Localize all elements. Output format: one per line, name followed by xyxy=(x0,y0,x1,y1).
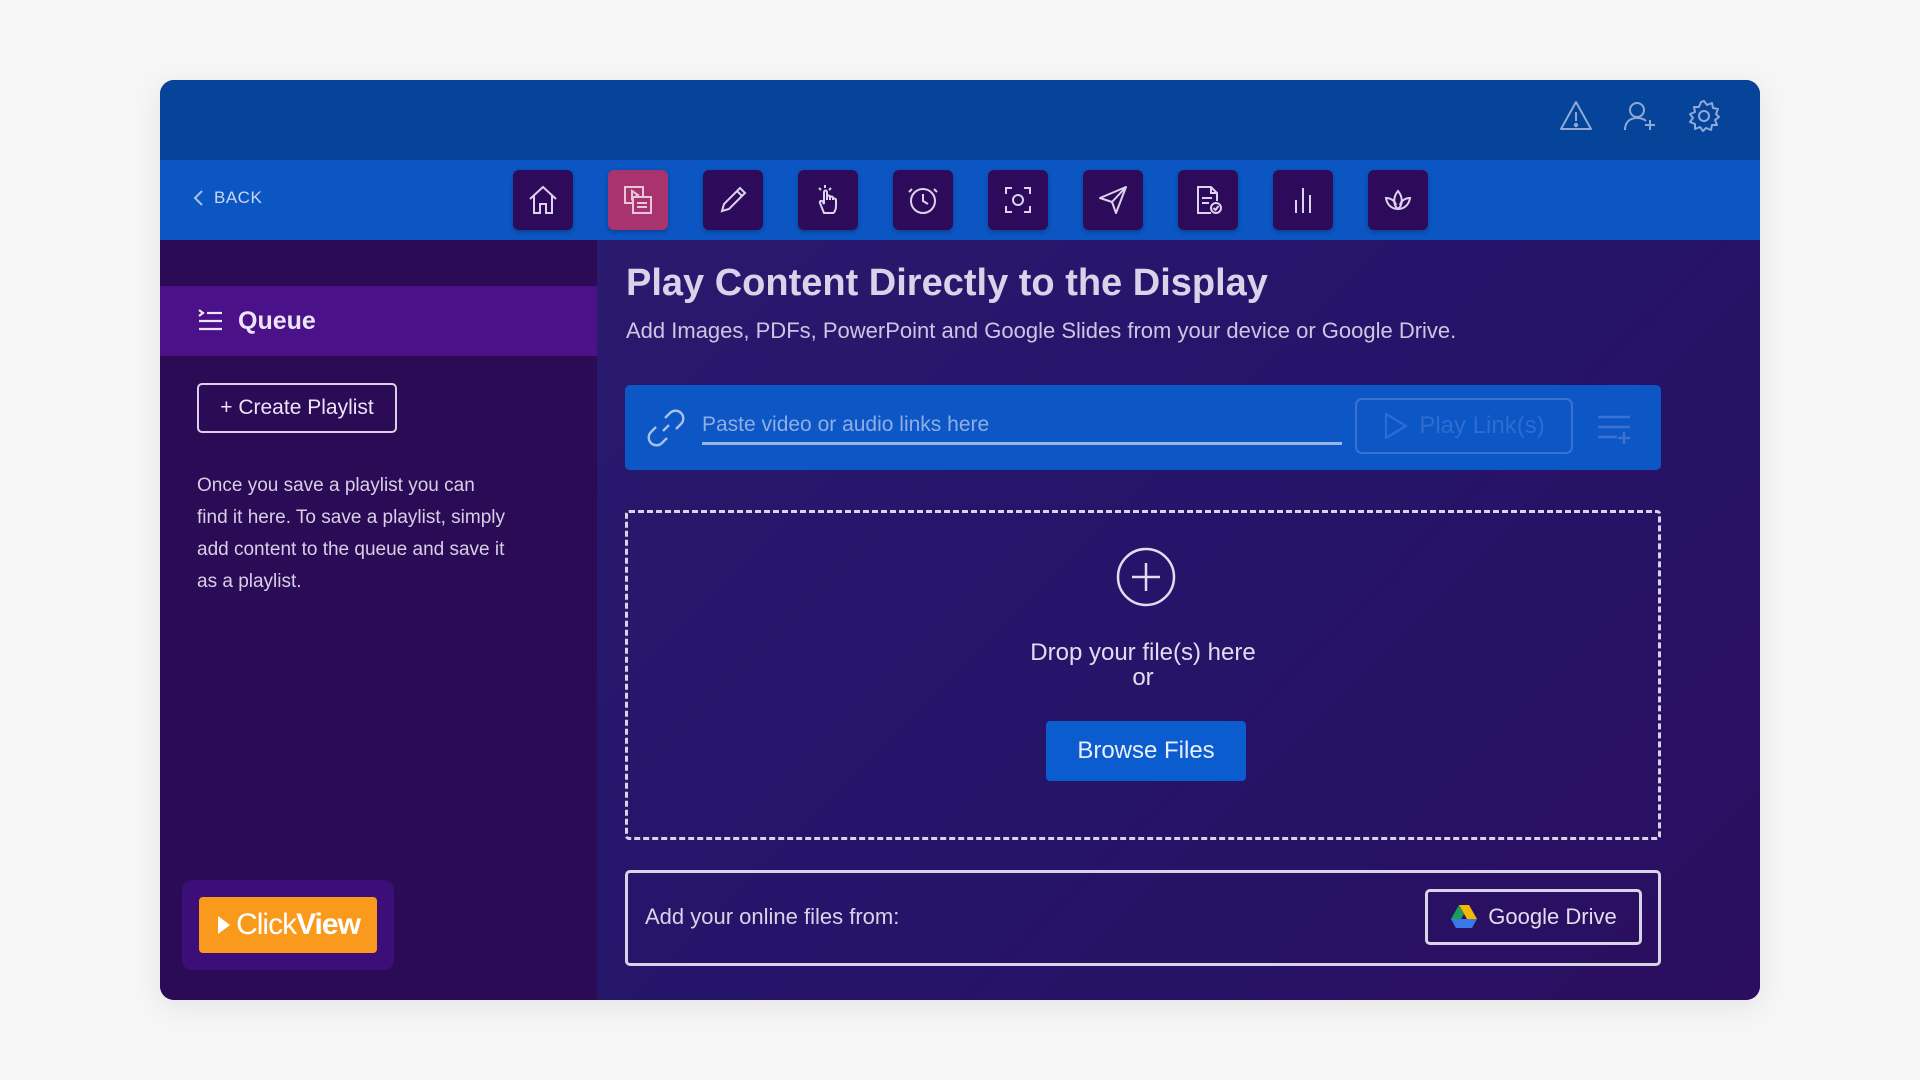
chevron-left-icon xyxy=(193,190,203,206)
gear-icon[interactable] xyxy=(1684,96,1724,136)
tool-interact[interactable] xyxy=(798,170,858,230)
drop-instructions: Drop your file(s) here or xyxy=(628,640,1658,690)
back-label: BACK xyxy=(214,188,263,207)
google-drive-button[interactable]: Google Drive xyxy=(1425,889,1642,945)
tool-quiz[interactable] xyxy=(1178,170,1238,230)
tool-home[interactable] xyxy=(513,170,573,230)
link-icon xyxy=(647,409,685,447)
alert-icon[interactable] xyxy=(1556,96,1596,136)
screen-capture-icon xyxy=(1005,187,1031,213)
link-bar: Play Link(s) xyxy=(625,385,1661,470)
pencil-icon xyxy=(720,186,747,213)
tool-buttons xyxy=(513,170,1428,230)
online-files-box: Add your online files from: Google Drive xyxy=(625,870,1661,966)
home-icon xyxy=(529,185,557,214)
play-links-label: Play Link(s) xyxy=(1419,412,1545,439)
tool-mindfulness[interactable] xyxy=(1368,170,1428,230)
toolbar: BACK xyxy=(160,160,1760,240)
clickview-logo: ClickView xyxy=(199,897,377,953)
tool-screen-capture[interactable] xyxy=(988,170,1048,230)
document-check-icon xyxy=(1197,186,1222,214)
bar-chart-icon xyxy=(1295,188,1311,213)
queue-label: Queue xyxy=(238,306,316,335)
tool-poll[interactable] xyxy=(1273,170,1333,230)
play-triangle-icon xyxy=(218,916,231,934)
top-bar xyxy=(160,80,1760,160)
lotus-icon xyxy=(1384,189,1412,211)
drop-text-line1: Drop your file(s) here xyxy=(1030,639,1256,666)
media-play-icon xyxy=(624,186,652,214)
online-files-label: Add your online files from: xyxy=(645,904,900,929)
app-window: BACK Queue + Create Playlist Once you sa… xyxy=(160,80,1760,1000)
back-button[interactable]: BACK xyxy=(192,188,262,208)
page-title: Play Content Directly to the Display xyxy=(626,262,1268,304)
logo-text-click: Click xyxy=(236,908,297,941)
play-links-button[interactable]: Play Link(s) xyxy=(1355,398,1573,454)
logo-text-view: View xyxy=(296,908,361,941)
browse-files-button[interactable]: Browse Files xyxy=(1046,721,1246,781)
plus-circle-icon xyxy=(1116,547,1176,607)
drop-text-line2: or xyxy=(1132,664,1154,691)
add-to-queue-icon[interactable] xyxy=(1595,409,1633,447)
tool-annotate[interactable] xyxy=(703,170,763,230)
google-drive-label: Google Drive xyxy=(1488,904,1617,929)
clickview-logo-container[interactable]: ClickView xyxy=(182,880,394,970)
tool-play-content[interactable] xyxy=(608,170,668,230)
create-playlist-button[interactable]: + Create Playlist xyxy=(197,383,397,433)
link-input[interactable] xyxy=(702,407,1342,445)
tool-send[interactable] xyxy=(1083,170,1143,230)
google-drive-icon xyxy=(1451,905,1478,928)
touch-pointer-icon xyxy=(818,185,837,214)
sidebar: Queue + Create Playlist Once you save a … xyxy=(160,240,597,1000)
clock-icon xyxy=(908,188,938,214)
file-dropzone[interactable]: Drop your file(s) here or Browse Files xyxy=(625,510,1661,840)
page-subtitle: Add Images, PDFs, PowerPoint and Google … xyxy=(626,318,1457,343)
list-icon xyxy=(198,309,222,331)
play-icon xyxy=(1385,412,1408,440)
tool-timer[interactable] xyxy=(893,170,953,230)
top-icons xyxy=(1556,96,1724,136)
main-panel: Play Content Directly to the Display Add… xyxy=(597,240,1760,1000)
playlist-help-text: Once you save a playlist you can find it… xyxy=(197,475,506,592)
add-user-icon[interactable] xyxy=(1620,96,1660,136)
sidebar-item-queue[interactable]: Queue xyxy=(160,286,597,356)
send-icon xyxy=(1099,186,1127,214)
